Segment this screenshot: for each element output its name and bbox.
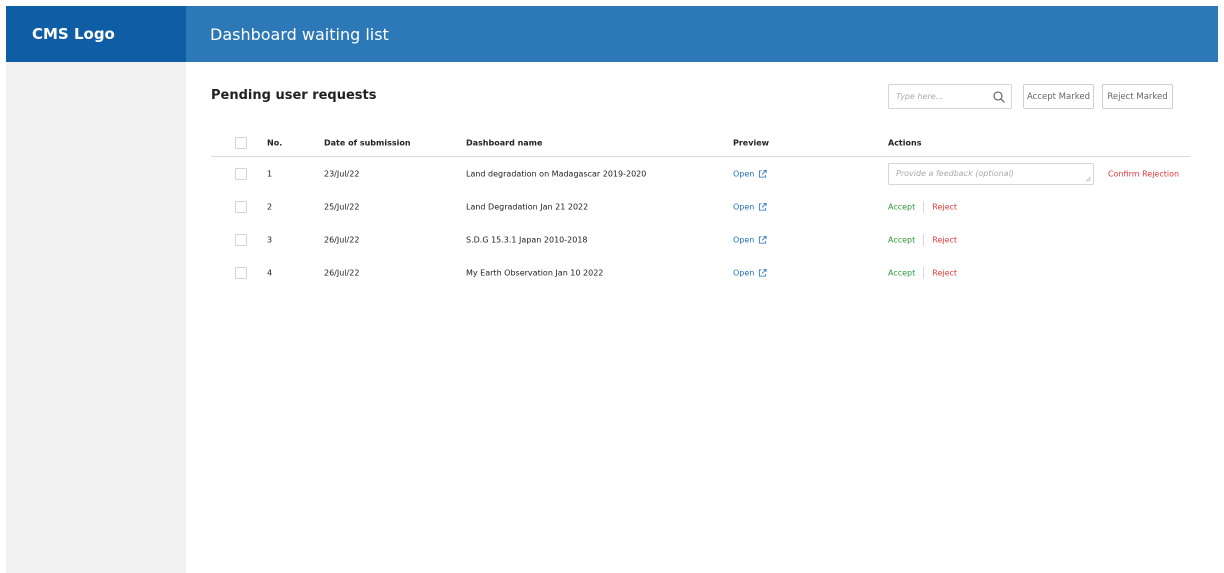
preview-open-link[interactable]: Open [733, 169, 767, 178]
row-actions: Accept Reject [888, 233, 957, 246]
row-checkbox[interactable] [235, 233, 247, 246]
open-link-label: Open [733, 268, 755, 277]
reject-link[interactable]: Reject [932, 268, 957, 277]
requests-table: No. Date of submission Dashboard name Pr… [211, 132, 1190, 289]
resize-handle-icon[interactable] [1085, 176, 1091, 182]
table-header: No. Date of submission Dashboard name Pr… [211, 132, 1190, 157]
header-bar: Dashboard waiting list [186, 6, 1218, 62]
search-input[interactable] [889, 85, 992, 108]
column-header-date: Date of submission [324, 138, 411, 148]
cms-logo[interactable]: CMS Logo [6, 6, 186, 62]
row-actions: Accept Reject [888, 200, 957, 213]
submission-date: 25/Jul/22 [324, 202, 360, 211]
accept-link[interactable]: Accept [888, 268, 915, 277]
action-divider [923, 200, 925, 213]
main-content: Pending user requests Accept Marked Reje… [186, 62, 1218, 573]
submission-date: 26/Jul/22 [324, 235, 360, 244]
search-box[interactable] [888, 84, 1012, 109]
external-link-icon [759, 169, 767, 178]
accept-link[interactable]: Accept [888, 202, 915, 211]
reject-link[interactable]: Reject [932, 235, 957, 244]
external-link-icon [759, 268, 767, 277]
column-header-no: No. [267, 138, 283, 148]
logo-text: CMS Logo [32, 25, 115, 43]
dashboard-name: My Earth Observation Jan 10 2022 [466, 268, 604, 277]
open-link-label: Open [733, 235, 755, 244]
preview-open-link[interactable]: Open [733, 202, 767, 211]
row-number: 1 [267, 169, 273, 178]
row-checkbox[interactable] [235, 266, 247, 279]
feedback-field[interactable] [888, 162, 1094, 185]
open-link-label: Open [733, 169, 755, 178]
page: CMS Logo Dashboard waiting list Pending … [6, 6, 1218, 573]
row-checkbox[interactable] [235, 200, 247, 213]
search-icon[interactable] [992, 90, 1006, 104]
dashboard-name: S.D.G 15.3.1 Japan 2010-2018 [466, 235, 588, 244]
open-link-label: Open [733, 202, 755, 211]
column-header-name: Dashboard name [466, 138, 543, 148]
table-row: 1 23/Jul/22 Land degradation on Madagasc… [211, 157, 1190, 190]
submission-date: 26/Jul/22 [324, 268, 360, 277]
accept-link[interactable]: Accept [888, 235, 915, 244]
external-link-icon [759, 235, 767, 244]
page-title: Dashboard waiting list [210, 24, 389, 44]
column-header-preview: Preview [733, 138, 770, 148]
section-title: Pending user requests [211, 88, 377, 103]
row-actions: Accept Reject [888, 266, 957, 279]
preview-open-link[interactable]: Open [733, 235, 767, 244]
row-number: 4 [267, 268, 273, 277]
select-all-checkbox[interactable] [235, 137, 247, 149]
action-divider [923, 233, 925, 246]
confirm-rejection-link[interactable]: Confirm Rejection [1108, 169, 1179, 178]
sidebar [6, 62, 186, 573]
reject-link[interactable]: Reject [932, 202, 957, 211]
row-number: 3 [267, 235, 273, 244]
accept-marked-button[interactable]: Accept Marked [1023, 84, 1094, 109]
dashboard-name: Land degradation on Madagascar 2019-2020 [466, 169, 647, 178]
table-row: 3 26/Jul/22 S.D.G 15.3.1 Japan 2010-2018… [211, 223, 1190, 256]
reject-marked-button[interactable]: Reject Marked [1102, 84, 1173, 109]
table-row: 4 26/Jul/22 My Earth Observation Jan 10 … [211, 256, 1190, 289]
feedback-input[interactable] [889, 163, 1093, 184]
row-number: 2 [267, 202, 273, 211]
submission-date: 23/Jul/22 [324, 169, 360, 178]
row-checkbox[interactable] [235, 167, 247, 180]
table-row: 2 25/Jul/22 Land Degradation Jan 21 2022… [211, 190, 1190, 223]
external-link-icon [759, 202, 767, 211]
action-divider [923, 266, 925, 279]
column-header-actions: Actions [888, 138, 922, 148]
preview-open-link[interactable]: Open [733, 268, 767, 277]
dashboard-name: Land Degradation Jan 21 2022 [466, 202, 589, 211]
